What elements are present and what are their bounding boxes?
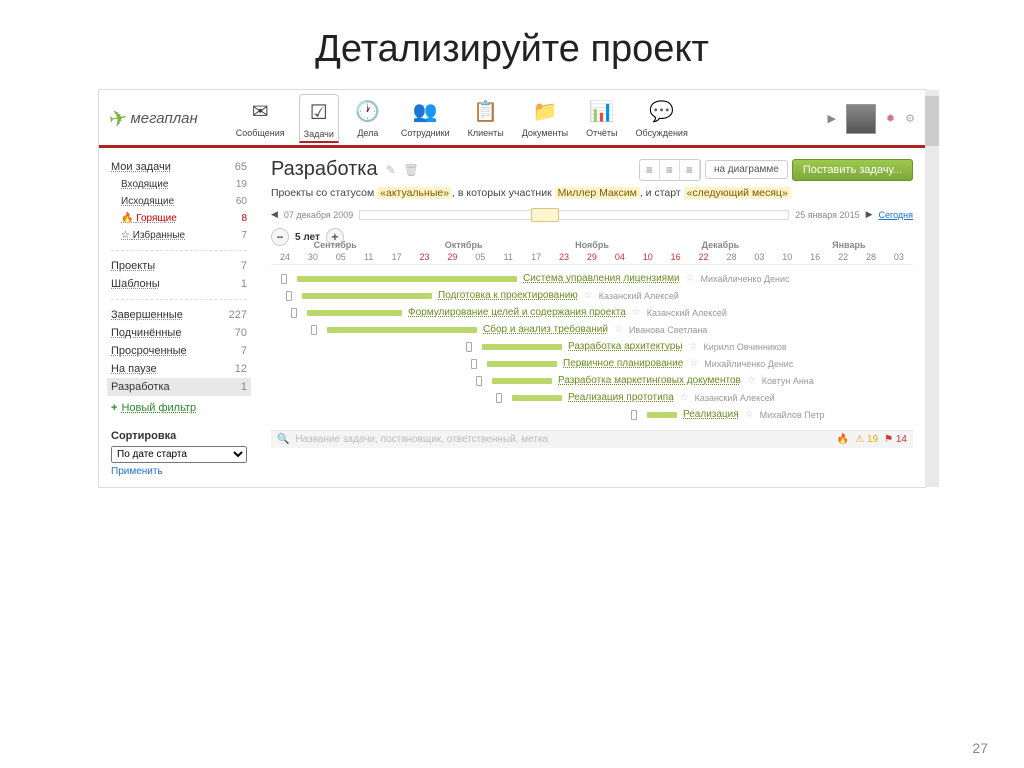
sidebar-item-mytasks[interactable]: Мои задачи65	[111, 158, 247, 176]
nav-item-4[interactable]: 📋Клиенты	[464, 94, 508, 143]
gear-icon[interactable]: ⚙	[905, 112, 915, 125]
sidebar-new-filter[interactable]: +Новый фильтр	[111, 396, 247, 414]
sort-label: Сортировка	[111, 430, 247, 442]
nav-item-0[interactable]: ✉Сообщения	[232, 94, 289, 143]
app-window: ✈ мегаплан ✉Сообщения☑Задачи 🕐Дела 👥Сотруд…	[98, 89, 926, 488]
nav-item-3[interactable]: 👥Сотрудники	[397, 94, 454, 143]
gantt-task-1[interactable]: Подготовка к проектированию☆Казанский Ал…	[271, 290, 913, 301]
flag-icon: ⚑ 14	[884, 434, 907, 445]
gantt-task-7[interactable]: Реализация прототипа☆Казанский Алексей	[271, 392, 913, 403]
filter-description: Проекты со статусом «актуальные», в кото…	[271, 187, 913, 199]
logo-icon: ✈	[107, 104, 130, 133]
sidebar-item-projects[interactable]: Проекты7	[111, 257, 247, 275]
timeline-prev[interactable]: ◀	[271, 209, 278, 220]
gantt-task-3[interactable]: Сбор и анализ требований☆Иванова Светлан…	[271, 324, 913, 335]
gantt-task-8[interactable]: Реализация☆Михайлов Петр	[271, 409, 913, 420]
sidebar-item-done[interactable]: Завершенные227	[111, 306, 247, 324]
timeline-next[interactable]: ▶	[866, 209, 873, 220]
calendar-header: СентябрьОктябрьНоябрьДекабрьЯнварь 24300…	[271, 252, 913, 265]
content-area: Разработка ✎ 🗑 ≡≡≡ на диаграмме Поставит…	[259, 148, 925, 487]
sidebar-item-outbox[interactable]: Исходящие60	[111, 193, 247, 210]
arrow-right-icon[interactable]: ▶	[827, 112, 835, 125]
scrollbar[interactable]	[925, 90, 939, 487]
timeline-track[interactable]	[359, 210, 789, 220]
gantt-task-4[interactable]: Разработка архитектуры☆Кирилл Овчинников	[271, 341, 913, 352]
timeline-handle[interactable]	[531, 208, 559, 222]
gantt-task-2[interactable]: Формулирование целей и содержания проект…	[271, 307, 913, 318]
slide-title: Детализируйте проект	[0, 0, 1024, 83]
gantt-task-0[interactable]: Система управления лицензиями☆Михайличен…	[271, 273, 913, 284]
sidebar-item-overdue[interactable]: Просроченные7	[111, 342, 247, 360]
sidebar-item-dev-active[interactable]: Разработка1	[107, 378, 251, 396]
page-number: 27	[972, 740, 988, 756]
status-icon: 🔥	[837, 434, 849, 445]
timeline: ◀ 07 декабря 2009 25 января 2015 ▶ Сегод…	[271, 209, 913, 220]
today-link[interactable]: Сегодня	[879, 210, 914, 220]
sidebar-item-hot[interactable]: 🔥 Горящие8	[111, 210, 247, 227]
search-bar[interactable]: 🔍 Название задачи, постановщик, ответств…	[271, 430, 913, 448]
align-group[interactable]: ≡≡≡	[639, 159, 701, 181]
sidebar-item-inbox[interactable]: Входящие19	[111, 176, 247, 193]
search-icon: 🔍	[277, 434, 289, 445]
nav-item-7[interactable]: 💬Обсуждения	[632, 94, 692, 143]
settings-icon[interactable]: ✹	[886, 112, 895, 125]
sort-select[interactable]: По дате старта	[111, 446, 247, 463]
sidebar-item-paused[interactable]: На паузе12	[111, 360, 247, 378]
nav-item-1[interactable]: ☑Задачи	[299, 94, 339, 143]
warn-icon: ⚠ 19	[855, 434, 878, 445]
sidebar-item-favorites[interactable]: ☆ Избранные7	[111, 227, 247, 244]
avatar[interactable]	[846, 104, 876, 134]
topbar: ✈ мегаплан ✉Сообщения☑Задачи 🕐Дела 👥Сотруд…	[99, 90, 925, 145]
nav-item-6[interactable]: 📊Отчёты	[582, 94, 621, 143]
diagram-button[interactable]: на диаграмме	[705, 160, 788, 179]
nav-item-2[interactable]: 🕐Дела	[349, 94, 387, 143]
sidebar-item-templates[interactable]: Шаблоны1	[111, 275, 247, 293]
sidebar-item-sub[interactable]: Подчинённые70	[111, 324, 247, 342]
assign-task-button[interactable]: Поставить задачу...	[792, 159, 913, 181]
gantt-task-6[interactable]: Разработка маркетинговых документов☆Ковт…	[271, 375, 913, 386]
nav-item-5[interactable]: 📁Документы	[518, 94, 572, 143]
sidebar: Мои задачи65 Входящие19 Исходящие60 🔥 Го…	[99, 148, 259, 487]
page-title: Разработка	[271, 158, 378, 181]
edit-icon[interactable]: ✎	[386, 163, 396, 177]
logo: ✈ мегаплан	[109, 106, 198, 132]
gantt-task-5[interactable]: Первичное планирование☆Михайличенко Дени…	[271, 358, 913, 369]
delete-icon[interactable]: 🗑	[404, 163, 419, 177]
gantt-chart: Система управления лицензиями☆Михайличен…	[271, 273, 913, 420]
apply-link[interactable]: Применить	[111, 466, 163, 477]
